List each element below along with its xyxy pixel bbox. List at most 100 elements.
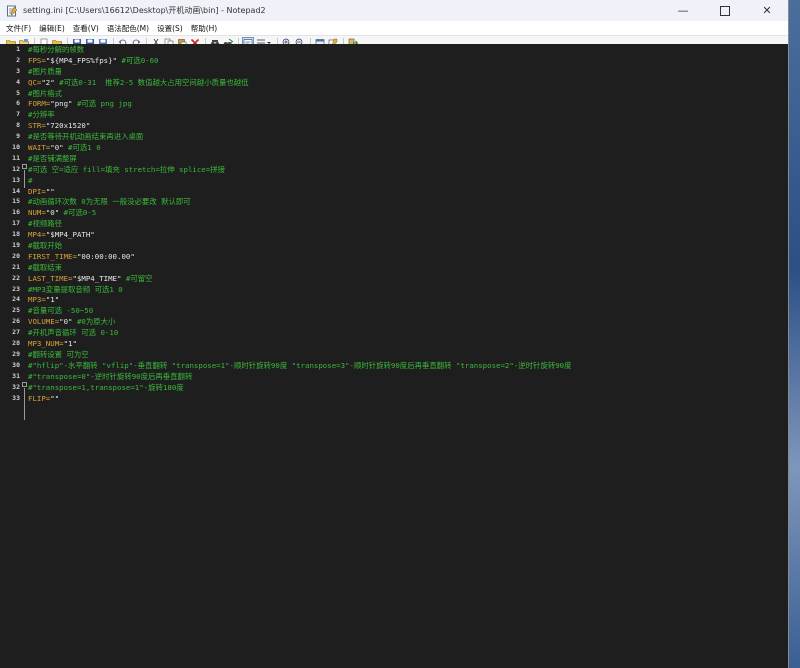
code-line[interactable]: FPS="${MP4_FPS%fps}" #可选0-60 — [28, 56, 788, 67]
line-value: "$MP4_PATH" — [45, 230, 95, 240]
code-line[interactable]: #是否铺满整屏 — [28, 154, 788, 165]
line-key: MP3_NUM= — [28, 339, 64, 349]
code-line[interactable]: LAST_TIME="$MP4_TIME" #可留空 — [28, 274, 788, 285]
code-line[interactable]: # — [28, 176, 788, 187]
minimize-button[interactable]: — — [662, 0, 704, 21]
code-line[interactable]: #MP3変量提取音频 可选1 0 — [28, 285, 788, 296]
code-line[interactable]: FLIP="" — [28, 394, 788, 405]
line-comment: # — [28, 175, 33, 185]
line-value: "720x1520" — [45, 121, 91, 131]
line-comment: #图片质量 — [28, 66, 63, 76]
line-key: NUM= — [28, 208, 46, 218]
line-key: MP3= — [28, 295, 46, 305]
line-comment: #分辨率 — [28, 110, 55, 120]
fold-guide — [24, 170, 25, 188]
line-value: "1" — [63, 339, 77, 349]
code-line[interactable]: NUM="0" #可选0-5 — [28, 208, 788, 219]
menu-settings[interactable]: 设置(S) — [153, 23, 187, 34]
line-value: "" — [50, 393, 60, 403]
code-line[interactable]: STR="720x1520" — [28, 121, 788, 132]
line-comment: #图片格式 — [28, 88, 63, 98]
code-line[interactable]: #翻转设置 可为空 — [28, 350, 788, 361]
line-number: 11 — [12, 153, 20, 162]
fold-toggle-icon[interactable] — [22, 382, 27, 387]
code-line[interactable]: #"transpose=1,transpose=1"-旋转180度 — [28, 383, 788, 394]
code-line[interactable]: #截取结束 — [28, 263, 788, 274]
menu-file[interactable]: 文件(F) — [2, 23, 35, 34]
line-number: 17 — [12, 219, 20, 228]
line-number: 4 — [16, 77, 20, 86]
code-line[interactable]: FIRST_TIME="00:00:00.00" — [28, 252, 788, 263]
line-number: 18 — [12, 230, 20, 239]
line-comment: #"transpose=1,transpose=1"-旋转180度 — [28, 382, 184, 392]
menu-edit[interactable]: 编辑(E) — [35, 23, 69, 34]
line-key: FIRST_TIME= — [28, 251, 77, 261]
notepad2-window: setting.ini [C:\Users\16612\Desktop\开机动画… — [0, 0, 789, 668]
code-line[interactable]: DPI="" — [28, 187, 788, 198]
code-line[interactable]: VOLUME="0" #0为原大小 — [28, 317, 788, 328]
menu-help[interactable]: 帮助(H) — [187, 23, 222, 34]
code-line[interactable]: #可选 空=适应 fill=填充 stretch=拉伸 splice=拼接 — [28, 165, 788, 176]
line-number: 25 — [12, 306, 20, 315]
code-line[interactable]: MP3="1" — [28, 295, 788, 306]
line-value: "0" — [50, 143, 64, 153]
code-line[interactable]: #截取开始 — [28, 241, 788, 252]
close-button[interactable]: ✕ — [746, 0, 788, 21]
line-number: 30 — [12, 360, 20, 369]
menu-view[interactable]: 查看(V) — [69, 23, 103, 34]
line-number: 13 — [12, 175, 20, 184]
code-line[interactable]: #图片格式 — [28, 89, 788, 100]
line-key: STR= — [28, 121, 46, 131]
fold-toggle-icon[interactable] — [22, 164, 27, 169]
code-line[interactable]: #视频路径 — [28, 219, 788, 230]
menu-syntax[interactable]: 语法配色(M) — [103, 23, 153, 34]
code-line[interactable]: #图片质量 — [28, 67, 788, 78]
line-comment: #可选 空=适应 fill=填充 stretch=拉伸 splice=拼接 — [28, 164, 225, 174]
title-bar[interactable]: setting.ini [C:\Users\16612\Desktop\开机动画… — [0, 0, 788, 21]
line-comment: #"transpose=0"-逆时针旋转90度后再垂直翻转 — [28, 371, 193, 381]
line-number: 31 — [12, 371, 20, 380]
code-line[interactable]: #"hflip"-水平翻转 "vflip"-垂直翻转 "transpose=1"… — [28, 361, 788, 372]
code-line[interactable]: #"transpose=0"-逆时针旋转90度后再垂直翻转 — [28, 372, 788, 383]
maximize-button[interactable] — [704, 0, 746, 21]
line-key: LAST_TIME= — [28, 273, 73, 283]
code-line[interactable]: #分辨率 — [28, 110, 788, 121]
line-comment: #视频路径 — [28, 219, 63, 229]
maximize-icon — [720, 5, 730, 16]
line-comment: #是否铺满整屏 — [28, 153, 77, 163]
notepad-app-icon — [7, 5, 18, 16]
line-comment: #是否等待开机动画结束再进入桌面 — [28, 132, 144, 142]
line-value: "$MP4_TIME" — [72, 273, 122, 283]
line-value: "" — [45, 186, 55, 196]
code-line[interactable]: #动画循环次数 0为无限 一般没必要改 默认即可 — [28, 197, 788, 208]
code-area[interactable]: #每秒分解的帧数 FPS="${MP4_FPS%fps}" #可选0-60 #图片质… — [28, 44, 788, 668]
code-line[interactable]: #每秒分解的帧数 — [28, 45, 788, 56]
line-value: "2" — [41, 77, 55, 87]
line-number: 12 — [12, 164, 20, 173]
line-number: 29 — [12, 349, 20, 358]
code-line[interactable]: MP3_NUM="1" — [28, 339, 788, 350]
line-trailing-comment: #可选0-60 — [117, 55, 159, 65]
code-line[interactable]: #音量可选 -50~50 — [28, 306, 788, 317]
fold-guide — [24, 388, 25, 420]
line-value: "${MP4_FPS%fps}" — [45, 55, 118, 65]
fold-margin[interactable] — [22, 44, 28, 668]
line-number: 15 — [12, 197, 20, 206]
line-number: 14 — [12, 186, 20, 195]
code-line[interactable]: QC="2" #可选0-31 推荐2-5 数值越大占用空间越小质量也越低 — [28, 78, 788, 89]
code-line[interactable]: MP4="$MP4_PATH" — [28, 230, 788, 241]
line-key: QC= — [28, 77, 42, 87]
code-line[interactable]: FORM="png" #可选 png jpg — [28, 99, 788, 110]
line-number: 21 — [12, 262, 20, 271]
code-line[interactable]: WAIT="0" #可选1 0 — [28, 143, 788, 154]
line-number: 7 — [16, 110, 20, 119]
window-title: setting.ini [C:\Users\16612\Desktop\开机动画… — [23, 6, 266, 15]
line-number-gutter: 1 2 3 4 5 6 7 8 9 10 11 12 13 14 15 16 17 18 19 20 21 22 23 24 2… — [0, 44, 22, 668]
line-number: 32 — [12, 382, 20, 391]
code-line[interactable]: #是否等待开机动画结束再进入桌面 — [28, 132, 788, 143]
line-trailing-comment: #可选0-31 推荐2-5 数值越大占用空间越小质量也越低 — [54, 77, 249, 87]
line-comment: #MP3変量提取音频 可选1 0 — [28, 284, 123, 294]
line-number: 8 — [16, 121, 20, 130]
code-line[interactable]: #开机声音循环 可选 0-10 — [28, 328, 788, 339]
text-editor[interactable]: 1 2 3 4 5 6 7 8 9 10 11 12 13 14 15 16 17 18 19 20 21 22 23 24 2… — [0, 44, 788, 668]
